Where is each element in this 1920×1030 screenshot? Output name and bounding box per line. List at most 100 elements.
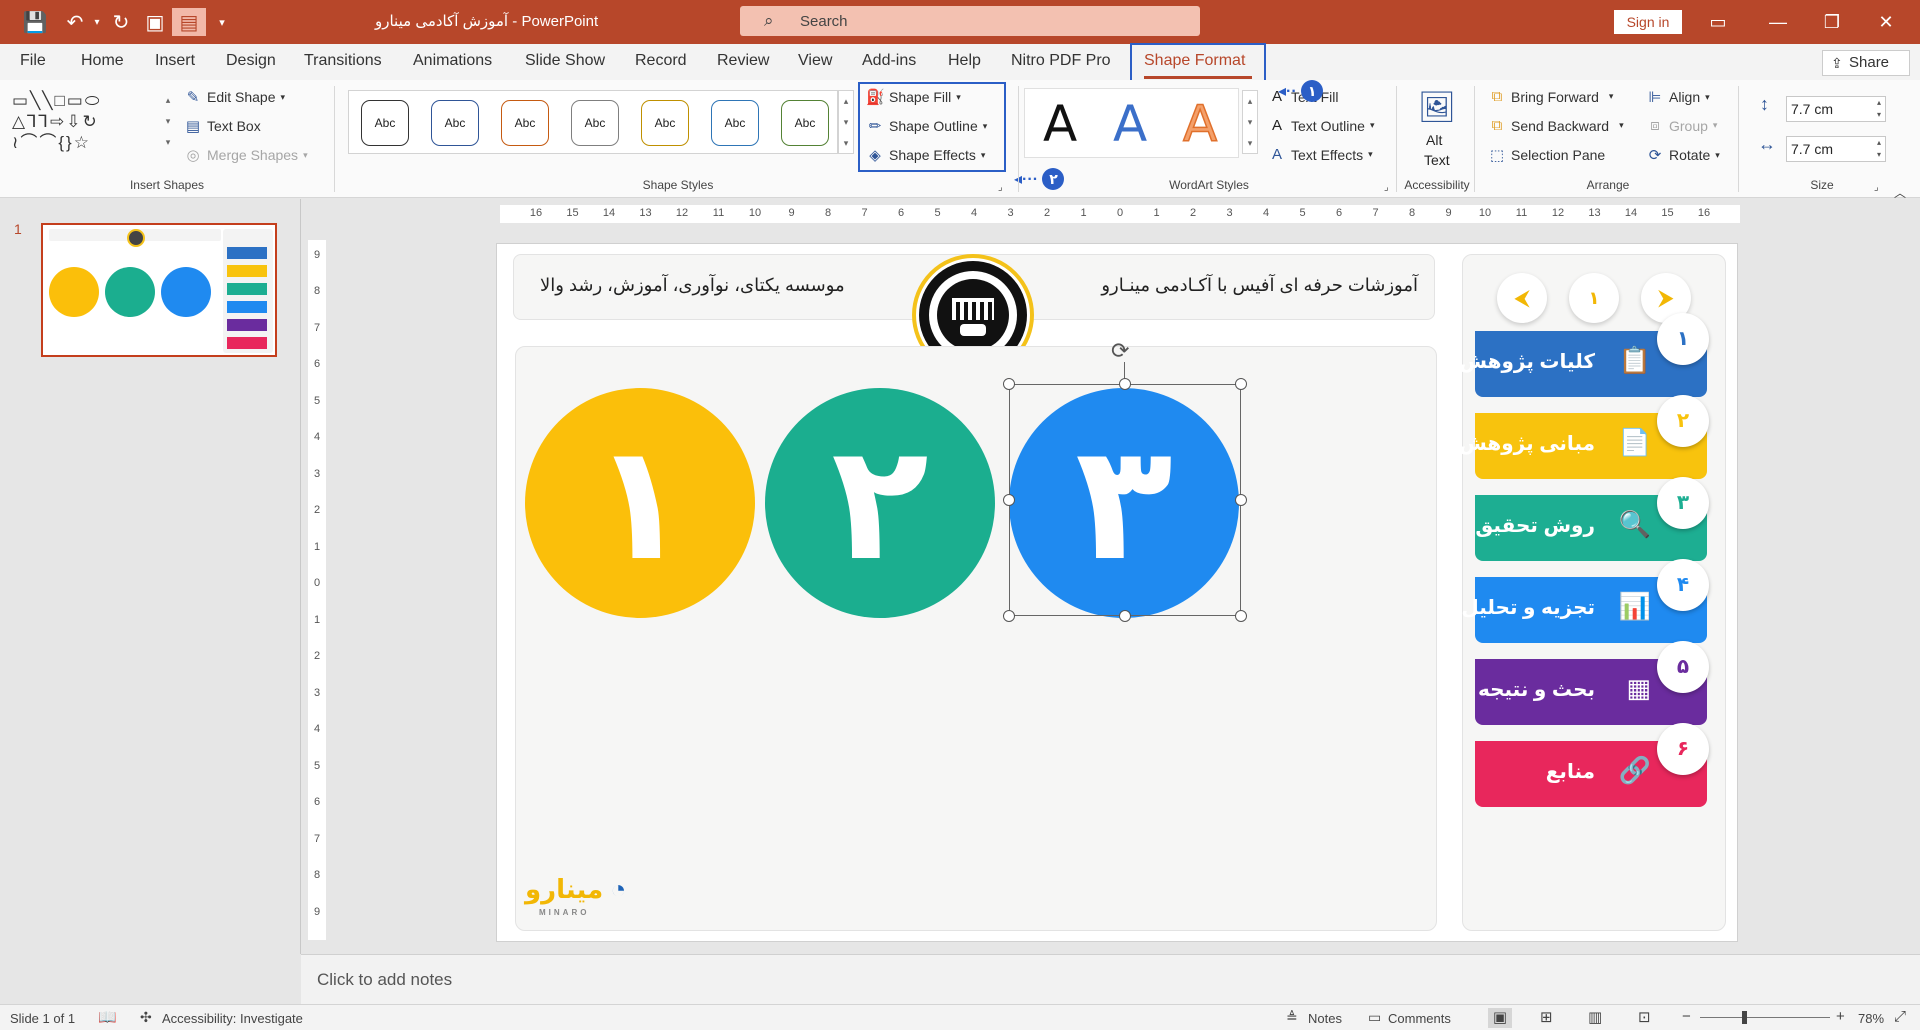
text-outline-button[interactable]: A Text Outline ▾ [1268, 117, 1374, 134]
slide-thumbnail[interactable] [41, 223, 277, 357]
menu-item-analysis[interactable]: تجزیه و تحلیل 📊 ۴ [1461, 559, 1709, 643]
slide-sorter-icon[interactable]: ⊞ [1540, 1008, 1553, 1026]
zoom-level[interactable]: 78% [1858, 1011, 1884, 1026]
shape-style-swatch[interactable]: Abc [501, 100, 549, 146]
group-button[interactable]: ⧈ Group ▾ [1646, 117, 1717, 134]
shapes-gallery[interactable]: ▭╲╲□▭⬭ △⅂⅂⇨⇩↻ ≀⌒⌒{}☆ [12, 90, 162, 154]
notes-pane[interactable]: Click to add notes [301, 954, 1920, 1004]
text-effects-button[interactable]: A Text Effects ▾ [1268, 146, 1373, 163]
alt-text-label-line1[interactable]: Alt [1426, 132, 1442, 148]
number-circle-1[interactable]: ۱ [525, 388, 755, 618]
reading-view-icon[interactable]: ▥ [1588, 1008, 1602, 1026]
tab-file[interactable]: File [20, 52, 46, 70]
save-icon[interactable]: 💾 [18, 8, 52, 36]
layout-icon[interactable]: ▤ [172, 8, 206, 36]
resize-handle-bottom-right[interactable] [1235, 610, 1247, 622]
close-icon[interactable]: ✕ [1866, 8, 1906, 36]
shape-style-swatch[interactable]: Abc [641, 100, 689, 146]
previous-slide-button[interactable]: ⮜ [1497, 273, 1547, 323]
redo-icon[interactable]: ↻ [104, 8, 138, 36]
share-button[interactable]: ⇪ Share [1822, 50, 1910, 76]
edit-shape-button[interactable]: ✎ Edit Shape ▾ [184, 88, 285, 106]
tab-home[interactable]: Home [81, 52, 124, 70]
shape-styles-launcher-icon[interactable]: ⌟ [998, 182, 1003, 193]
number-circle-2[interactable]: ۲ [765, 388, 995, 618]
tab-view[interactable]: View [798, 52, 832, 70]
slide-canvas[interactable]: آموزشات حرفه ای آفیس با آکـادمی مینـارو … [496, 243, 1738, 942]
customize-quick-access-icon[interactable]: ▾ [212, 8, 232, 36]
resize-handle-left[interactable] [1003, 494, 1015, 506]
wordart-launcher-icon[interactable]: ⌟ [1384, 182, 1389, 193]
shape-style-swatch[interactable]: Abc [431, 100, 479, 146]
tab-nitro-pdf-pro[interactable]: Nitro PDF Pro [1011, 52, 1111, 70]
menu-item-research-overview[interactable]: کلیات پژوهش 📋 ۱ [1459, 313, 1709, 397]
resize-handle-top-left[interactable] [1003, 378, 1015, 390]
resize-handle-bottom-left[interactable] [1003, 610, 1015, 622]
rotate-handle-icon[interactable]: ⟳ [1111, 338, 1129, 364]
wordart-style-blue[interactable]: A [1113, 95, 1147, 153]
resize-handle-right[interactable] [1235, 494, 1247, 506]
tab-slide-show[interactable]: Slide Show [525, 52, 605, 70]
shape-width-input[interactable]: 7.7 cm ▴ ▾ [1786, 136, 1886, 162]
selection-pane-button[interactable]: ⬚ Selection Pane [1488, 146, 1605, 164]
shape-styles-scroll[interactable]: ▴ ▾ ▾ [838, 90, 854, 154]
notes-button[interactable]: Notes [1308, 1011, 1342, 1026]
undo-icon[interactable]: ↶ [58, 8, 92, 36]
present-icon[interactable]: ▣ [138, 8, 172, 36]
tab-help[interactable]: Help [948, 52, 981, 70]
accessibility-status[interactable]: Accessibility: Investigate [162, 1011, 303, 1026]
shapes-gallery-more-icon[interactable]: ▴ ▾ ▾ [162, 90, 174, 154]
current-page-badge[interactable]: ۱ [1569, 273, 1619, 323]
collapse-ribbon-icon[interactable]: ︿ [1894, 184, 1906, 201]
resize-handle-bottom[interactable] [1119, 610, 1131, 622]
tab-add-ins[interactable]: Add-ins [862, 52, 916, 70]
tab-insert[interactable]: Insert [155, 52, 195, 70]
shape-style-swatch[interactable]: Abc [361, 100, 409, 146]
maximize-icon[interactable]: ❐ [1812, 8, 1852, 36]
tab-animations[interactable]: Animations [413, 52, 492, 70]
header-title-right[interactable]: آموزشات حرفه ای آفیس با آکـادمی مینـارو [1101, 275, 1418, 296]
pane-divider[interactable] [300, 199, 301, 954]
zoom-out-icon[interactable]: − [1682, 1008, 1691, 1025]
bring-forward-button[interactable]: ⧉ Bring Forward ▾ [1488, 88, 1614, 105]
accessibility-icon[interactable]: ✣ [140, 1009, 152, 1026]
sign-in-button[interactable]: Sign in [1614, 10, 1682, 34]
minimize-icon[interactable]: — [1758, 8, 1798, 36]
menu-item-references[interactable]: منابع 🔗 ۶ [1475, 723, 1709, 807]
tab-design[interactable]: Design [226, 52, 276, 70]
menu-item-discussion[interactable]: بحث و نتیجه ▦ ۵ [1475, 641, 1709, 725]
fit-to-window-icon[interactable]: ⤢ [1894, 1008, 1906, 1025]
undo-dropdown-icon[interactable]: ▾ [90, 8, 104, 36]
spelling-icon[interactable]: 📖 [98, 1008, 117, 1026]
zoom-in-icon[interactable]: + [1836, 1008, 1845, 1025]
comments-button[interactable]: Comments [1388, 1011, 1451, 1026]
merge-shapes-button[interactable]: ◎ Merge Shapes ▾ [184, 146, 307, 164]
menu-item-research-method[interactable]: روش تحقیق 🔍 ۳ [1475, 477, 1709, 561]
tab-transitions[interactable]: Transitions [304, 52, 382, 70]
rotate-button[interactable]: ⟳ Rotate ▾ [1646, 146, 1720, 164]
alt-text-icon[interactable]: 🖼 [1418, 90, 1456, 125]
align-button[interactable]: ⊫ Align ▾ [1646, 88, 1709, 106]
notes-icon[interactable]: ≜ [1286, 1009, 1298, 1026]
height-spinner-icon[interactable]: ▴ ▾ [1877, 97, 1881, 121]
shape-style-swatch[interactable]: Abc [711, 100, 759, 146]
slide-show-icon[interactable]: ⊡ [1638, 1008, 1651, 1026]
zoom-slider-thumb[interactable] [1742, 1011, 1747, 1024]
menu-item-research-foundations[interactable]: مبانی پژوهش 📄 ۲ [1459, 395, 1709, 479]
shape-style-swatch[interactable]: Abc [781, 100, 829, 146]
text-box-button[interactable]: ▤ Text Box [184, 117, 261, 135]
search-box[interactable]: ⌕ Search [740, 6, 1200, 36]
comments-icon[interactable]: ▭ [1368, 1009, 1381, 1026]
zoom-slider-track[interactable] [1700, 1017, 1830, 1018]
wordart-scroll[interactable]: ▴ ▾ ▾ [1242, 90, 1258, 154]
alt-text-label-line2[interactable]: Text [1424, 152, 1450, 168]
resize-handle-top-right[interactable] [1235, 378, 1247, 390]
ribbon-display-icon[interactable]: ▭ [1698, 8, 1738, 36]
send-backward-button[interactable]: ⧉ Send Backward ▾ [1488, 117, 1624, 134]
normal-view-icon[interactable]: ▣ [1488, 1008, 1512, 1028]
width-spinner-icon[interactable]: ▴ ▾ [1877, 137, 1881, 161]
shape-height-input[interactable]: 7.7 cm ▴ ▾ [1786, 96, 1886, 122]
shape-style-swatch[interactable]: Abc [571, 100, 619, 146]
tab-review[interactable]: Review [717, 52, 769, 70]
wordart-style-orange[interactable]: A [1182, 94, 1218, 154]
